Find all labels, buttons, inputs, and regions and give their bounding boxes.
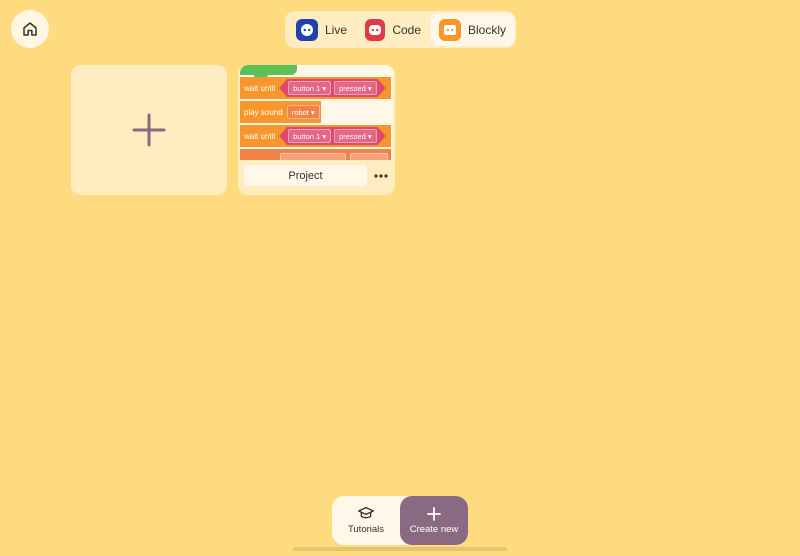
tab-blockly-label: Blockly bbox=[468, 22, 507, 37]
add-project-card[interactable] bbox=[71, 65, 227, 195]
project-thumbnail: wait until button 1 ▾ pressed ▾ play sou… bbox=[240, 65, 393, 160]
more-options-button[interactable] bbox=[371, 166, 391, 186]
condition-block: button 1 ▾ pressed ▾ bbox=[279, 79, 386, 97]
partial-pill bbox=[280, 153, 346, 160]
dropdown-state: pressed ▾ bbox=[334, 81, 377, 95]
dropdown-sound: robot ▾ bbox=[286, 105, 320, 119]
graduation-cap-icon bbox=[358, 506, 374, 519]
project-card[interactable]: wait until button 1 ▾ pressed ▾ play sou… bbox=[238, 65, 395, 195]
robot-live-icon bbox=[296, 18, 318, 41]
tab-blockly[interactable]: Blockly bbox=[430, 13, 516, 46]
project-name[interactable]: Project bbox=[244, 165, 367, 186]
block-label: wait until bbox=[244, 131, 276, 141]
tutorials-label: Tutorials bbox=[347, 524, 385, 535]
dropdown-button: button 1 ▾ bbox=[288, 81, 331, 95]
block-wait-until: wait until button 1 ▾ pressed ▾ bbox=[240, 77, 391, 99]
block-wait-until: wait until button 1 ▾ pressed ▾ bbox=[240, 125, 391, 147]
tutorials-button[interactable]: Tutorials bbox=[332, 496, 400, 545]
condition-block: button 1 ▾ pressed ▾ bbox=[279, 127, 386, 145]
tab-live[interactable]: Live bbox=[287, 13, 356, 46]
bottom-action-bar: Tutorials Create new bbox=[332, 496, 468, 545]
partial-pill bbox=[350, 153, 388, 160]
block-play-sound: play sound robot ▾ bbox=[240, 101, 321, 123]
event-block bbox=[240, 65, 297, 79]
house-icon bbox=[23, 22, 37, 36]
home-button[interactable] bbox=[11, 10, 49, 48]
plus-icon bbox=[427, 506, 441, 521]
block-partial bbox=[240, 149, 391, 160]
create-new-label: Create new bbox=[409, 523, 459, 535]
plus-icon bbox=[132, 113, 166, 147]
home-indicator[interactable] bbox=[293, 547, 507, 551]
ellipsis-icon bbox=[374, 174, 388, 178]
dropdown-button: button 1 ▾ bbox=[288, 129, 331, 143]
tab-code[interactable]: Code bbox=[356, 13, 430, 46]
mode-switcher: Live Code Blockly bbox=[285, 11, 516, 48]
block-label: play sound bbox=[244, 107, 283, 117]
robot-blockly-icon bbox=[439, 18, 461, 41]
block-label: wait until bbox=[244, 83, 276, 93]
tab-live-label: Live bbox=[325, 22, 348, 37]
dropdown-state: pressed ▾ bbox=[334, 129, 377, 143]
create-new-button[interactable]: Create new bbox=[400, 496, 468, 545]
robot-code-icon bbox=[365, 18, 386, 41]
tab-code-label: Code bbox=[392, 22, 422, 37]
